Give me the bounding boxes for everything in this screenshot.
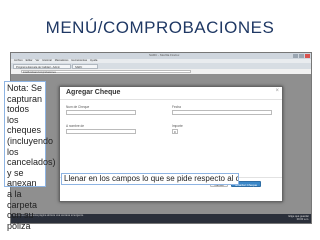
- importe-label: Importe: [172, 124, 183, 128]
- clock: 09:00 a.m.: [296, 217, 309, 221]
- status-bar: Firefox evitó que esta página abriera un…: [11, 214, 311, 223]
- slide-title: MENÚ/COMPROBACIONES: [45, 18, 275, 37]
- close-window-icon[interactable]: [305, 53, 310, 58]
- a-nombre-de-label: A nombre de: [66, 124, 85, 128]
- browser-screenshot: SARC - Mozilla Firefox Archivo Editar Ve…: [10, 52, 312, 224]
- close-icon[interactable]: ×: [275, 88, 279, 94]
- instruction-caption: Llenar en los campos lo que se pide resp…: [61, 173, 239, 185]
- window-title: SARC - Mozilla Firefox: [149, 53, 180, 57]
- minimize-icon[interactable]: [293, 53, 298, 58]
- importe-input[interactable]: 0: [172, 129, 178, 134]
- dialog-header: Agregar Cheque ×: [60, 87, 282, 100]
- num-cheque-label: Num de Cheque: [66, 105, 90, 109]
- note-callout: Nota: Se capturan todos los cheques (inc…: [4, 81, 56, 231]
- tab-escuela-calidad[interactable]: Programa Escuela de Calidad - Admin: [13, 63, 71, 69]
- a-nombre-de-input[interactable]: [66, 129, 136, 134]
- num-cheque-input[interactable]: [66, 110, 136, 115]
- window-controls: [293, 53, 310, 58]
- statusbar-right: Elige qué guardar 09:00 a.m.: [289, 215, 309, 221]
- dialog-title: Agregar Cheque: [66, 89, 121, 96]
- url-input[interactable]: localhost/sarc/comprobaciones: [21, 69, 191, 74]
- maximize-icon[interactable]: [299, 53, 304, 58]
- fecha-input[interactable]: [172, 110, 272, 115]
- fecha-label: Fecha: [172, 105, 181, 109]
- tab-sarc[interactable]: SARC: [72, 63, 98, 69]
